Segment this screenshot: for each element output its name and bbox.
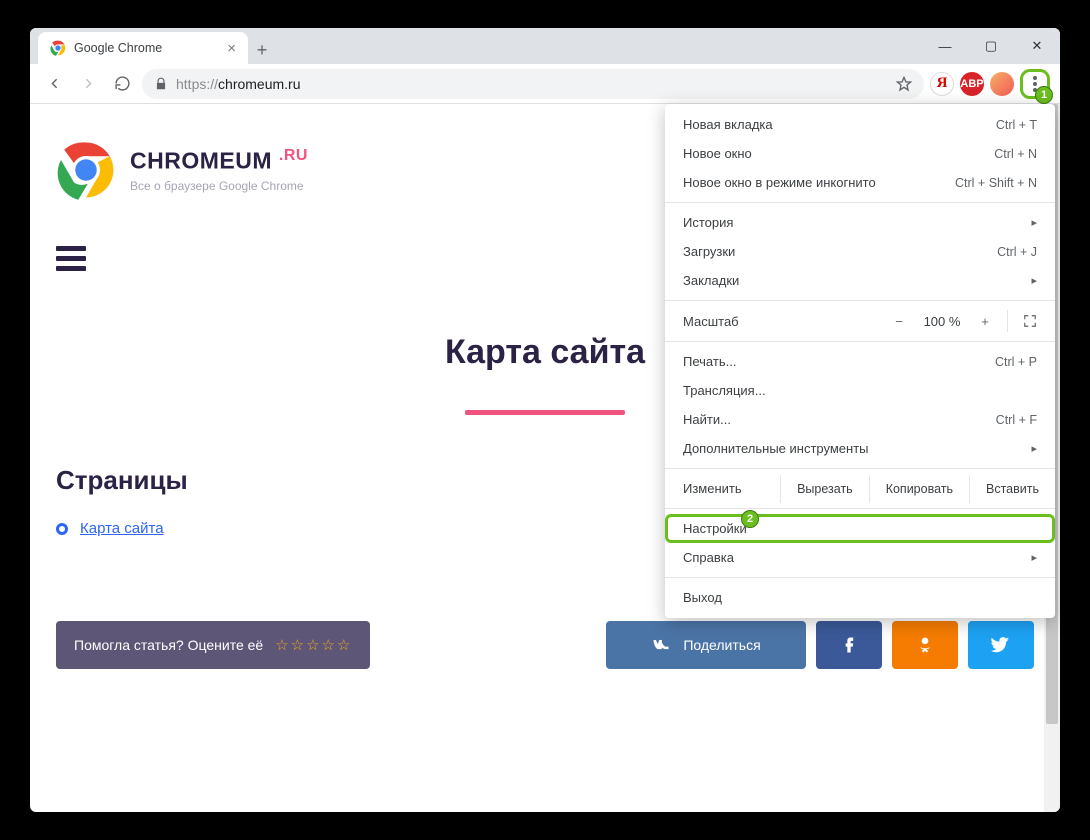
share-label: Поделиться [683,637,760,653]
menu-cut[interactable]: Вырезать [780,475,869,503]
menu-find[interactable]: Найти...Ctrl + F [665,405,1055,434]
rate-box[interactable]: Помогла статья? Оцените её ☆☆☆☆☆ [56,621,370,669]
forward-button[interactable] [74,70,102,98]
footer-row: Помогла статья? Оцените её ☆☆☆☆☆ Поделит… [50,621,1040,699]
profile-avatar[interactable] [990,72,1014,96]
menu-print[interactable]: Печать...Ctrl + P [665,347,1055,376]
fullscreen-button[interactable] [1007,310,1037,332]
share-fb-button[interactable] [816,621,882,669]
menu-new-window[interactable]: Новое окноCtrl + N [665,139,1055,168]
chrome-menu-button[interactable]: 1 [1020,69,1050,99]
menu-bookmarks[interactable]: Закладки▸ [665,266,1055,295]
brand-title: CHROMEUM .RU [130,147,308,175]
fullscreen-icon [1023,314,1037,328]
menu-separator [665,202,1055,203]
chrome-dropdown-menu: Новая вкладкаCtrl + T Новое окноCtrl + N… [665,104,1055,618]
site-logo-icon [56,140,116,200]
menu-incognito[interactable]: Новое окно в режиме инкогнитоCtrl + Shif… [665,168,1055,197]
chevron-right-icon: ▸ [1031,442,1037,455]
zoom-in-button[interactable]: + [967,314,1003,329]
back-button[interactable] [40,70,68,98]
close-window-button[interactable]: ✕ [1014,28,1060,64]
menu-zoom: Масштаб − 100 % + [665,306,1055,336]
facebook-icon [839,635,859,655]
menu-separator [665,508,1055,509]
callout-badge-2: 2 [741,510,759,528]
menu-help[interactable]: Справка▸ [665,543,1055,572]
menu-separator [665,577,1055,578]
tab-active[interactable]: Google Chrome × [38,32,248,64]
menu-copy[interactable]: Копировать [869,475,969,503]
chevron-right-icon: ▸ [1031,551,1037,564]
toolbar: https://chromeum.ru Я ABP 1 [30,64,1060,104]
minimize-button[interactable]: — [922,28,968,64]
twitter-icon [991,635,1011,655]
rate-stars[interactable]: ☆☆☆☆☆ [275,636,352,654]
maximize-button[interactable]: ▢ [968,28,1014,64]
menu-history[interactable]: История▸ [665,208,1055,237]
bullet-icon [56,523,68,535]
menu-paste[interactable]: Вставить [969,475,1055,503]
share-ok-button[interactable] [892,621,958,669]
reload-button[interactable] [108,70,136,98]
menu-separator [665,468,1055,469]
callout-badge-1: 1 [1035,86,1053,104]
vk-icon [651,635,671,655]
brand-subtitle: Все о браузере Google Chrome [130,179,308,193]
chevron-right-icon: ▸ [1031,274,1037,287]
chevron-right-icon: ▸ [1031,216,1037,229]
adblock-plus-extension-icon[interactable]: ABP [960,72,984,96]
bookmark-star-icon[interactable] [896,76,912,92]
share-twitter-button[interactable] [968,621,1034,669]
url-text: https://chromeum.ru [176,76,301,92]
menu-edit-row: Изменить Вырезать Копировать Вставить [665,474,1055,503]
tab-close-icon[interactable]: × [227,41,236,56]
chrome-favicon-icon [50,40,66,56]
menu-downloads[interactable]: ЗагрузкиCtrl + J [665,237,1055,266]
address-bar[interactable]: https://chromeum.ru [142,69,924,99]
share-vk-button[interactable]: Поделиться [606,621,806,669]
sitemap-link[interactable]: Карта сайта [80,520,164,537]
menu-cast[interactable]: Трансляция... [665,376,1055,405]
accent-divider [465,410,625,415]
lock-icon [154,77,168,91]
zoom-out-button[interactable]: − [881,314,917,329]
menu-settings[interactable]: Настройки 2 [665,514,1055,543]
menu-more-tools[interactable]: Дополнительные инструменты▸ [665,434,1055,463]
window-controls: — ▢ ✕ [922,28,1060,64]
rate-text: Помогла статья? Оцените её [74,637,263,653]
menu-separator [665,341,1055,342]
menu-new-tab[interactable]: Новая вкладкаCtrl + T [665,110,1055,139]
menu-exit[interactable]: Выход [665,583,1055,612]
menu-separator [665,300,1055,301]
tab-title: Google Chrome [74,41,162,55]
yandex-extension-icon[interactable]: Я [930,72,954,96]
zoom-value: 100 % [917,314,967,329]
odnoklassniki-icon [915,635,935,655]
browser-window: Google Chrome × + — ▢ ✕ https://chromeum… [30,28,1060,812]
new-tab-button[interactable]: + [248,36,276,64]
tab-strip: Google Chrome × + — ▢ ✕ [30,28,1060,64]
